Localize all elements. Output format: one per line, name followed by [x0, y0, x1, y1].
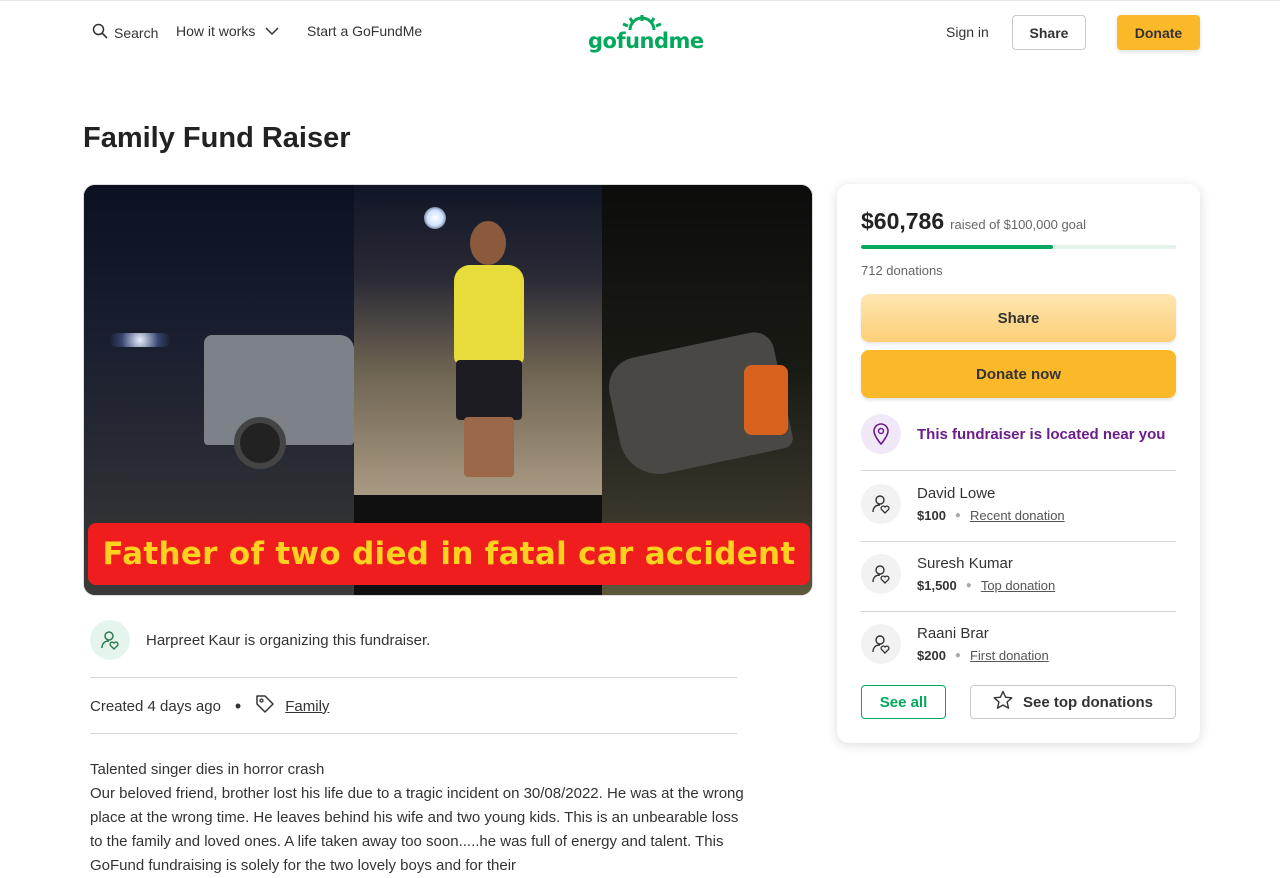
star-icon [993, 690, 1013, 714]
image-wheel [234, 417, 286, 469]
donor-row: Raani Brar $200 ● First donation [861, 624, 1049, 664]
donor-name: Suresh Kumar [917, 555, 1013, 572]
how-it-works-label: How it works [176, 23, 256, 39]
donation-type-link[interactable]: First donation [970, 648, 1049, 663]
donor-separator: ● [965, 580, 972, 591]
donation-type-link[interactable]: Recent donation [970, 508, 1065, 523]
donations-count: 712 donations [861, 263, 943, 278]
location-text: This fundraiser is located near you [917, 425, 1166, 443]
donor-row: David Lowe $100 ● Recent donation [861, 484, 1065, 524]
image-street-lamp [424, 207, 446, 229]
user-heart-icon [861, 484, 901, 524]
donor-separator: ● [954, 510, 961, 521]
header-share-button[interactable]: Share [1012, 15, 1086, 50]
logo-text: gofundme [588, 29, 704, 53]
chevron-down-icon [265, 23, 279, 39]
start-gofundme-label: Start a GoFundMe [307, 23, 423, 39]
gofundme-logo[interactable]: gofundme [588, 15, 704, 55]
location-pin-icon [861, 414, 901, 454]
raised-amount: $60,786 [861, 208, 945, 234]
donor-separator: ● [954, 650, 961, 661]
image-caption-banner: Father of two died in fatal car accident [88, 523, 810, 585]
category-link[interactable]: Family [285, 698, 329, 715]
donor-amount: $1,500 [917, 578, 957, 593]
sign-in-link[interactable]: Sign in [946, 24, 989, 40]
goal-text: raised of $100,000 goal [950, 217, 1087, 232]
story-paragraph: Our beloved friend, brother lost his lif… [90, 785, 744, 874]
image-headlights [110, 333, 170, 347]
campaign-meta: Created 4 days ago • Family [90, 694, 329, 718]
donor-amount: $100 [917, 508, 946, 523]
search-icon [92, 23, 108, 42]
see-top-donations-button[interactable]: See top donations [970, 685, 1176, 719]
donation-type-link[interactable]: Top donation [981, 578, 1055, 593]
image-person-legs [464, 417, 514, 477]
raised-summary: $60,786 raised of $100,000 goal [861, 208, 1086, 235]
divider [90, 677, 737, 678]
image-person-head [470, 221, 506, 265]
donation-card: $60,786 raised of $100,000 goal 712 dona… [837, 184, 1200, 743]
donor-amount: $200 [917, 648, 946, 663]
story-headline: Talented singer dies in horror crash [90, 761, 325, 778]
progress-bar [861, 245, 1176, 249]
donor-row: Suresh Kumar $1,500 ● Top donation [861, 554, 1055, 594]
divider [861, 470, 1176, 471]
image-person-shorts [456, 360, 522, 420]
organizer-text: Harpreet Kaur is organizing this fundrai… [146, 631, 431, 649]
user-heart-icon [861, 624, 901, 664]
divider [861, 541, 1176, 542]
page-title: Family Fund Raiser [83, 122, 351, 154]
meta-separator: • [234, 695, 242, 716]
campaign-hero-image[interactable]: Father of two died in fatal car accident [83, 184, 813, 596]
image-person-shirt [454, 265, 524, 365]
user-heart-icon [90, 620, 130, 660]
share-button[interactable]: Share [861, 294, 1176, 342]
search-label: Search [114, 24, 159, 41]
user-heart-icon [861, 554, 901, 594]
image-caption-text: Father of two died in fatal car accident [102, 536, 796, 572]
organizer-row: Harpreet Kaur is organizing this fundrai… [90, 620, 430, 660]
donor-name: David Lowe [917, 485, 996, 502]
divider [861, 611, 1176, 612]
donate-now-button[interactable]: Donate now [861, 350, 1176, 398]
see-all-button[interactable]: See all [861, 685, 946, 719]
created-date: Created 4 days ago [90, 697, 221, 715]
header-donate-button[interactable]: Donate [1117, 15, 1200, 50]
divider [90, 733, 737, 734]
tag-icon [255, 694, 275, 718]
how-it-works-menu[interactable]: How it works [176, 23, 279, 39]
start-gofundme-link[interactable]: Start a GoFundMe [307, 23, 422, 39]
location-notice: This fundraiser is located near you [861, 414, 1165, 454]
donor-name: Raani Brar [917, 625, 989, 642]
image-orange-object [744, 365, 788, 435]
see-top-donations-label: See top donations [1022, 693, 1153, 711]
search-link[interactable]: Search [92, 23, 158, 42]
top-nav: Search How it works Start a GoFundMe gof… [0, 0, 1280, 64]
progress-fill [861, 245, 1053, 249]
campaign-story: Talented singer dies in horror crash Our… [90, 758, 750, 878]
